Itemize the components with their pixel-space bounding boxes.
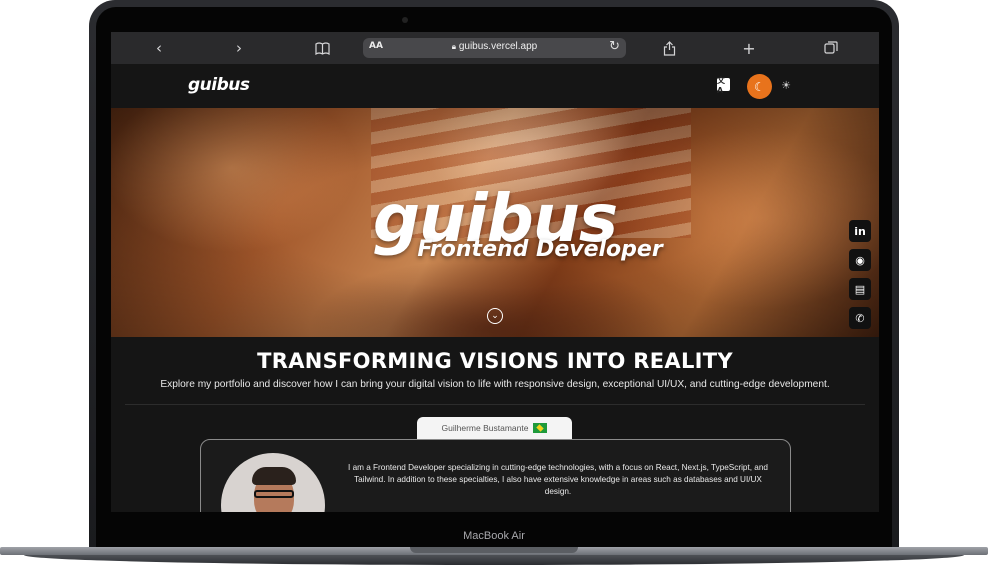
forward-button[interactable]: › <box>231 38 247 58</box>
site-header: guibus 文A ☾ ☀ <box>111 64 879 108</box>
profile-card: I am a Frontend Developer specializing i… <box>200 439 791 512</box>
brazil-flag-icon <box>533 423 548 433</box>
intro-heading: TRANSFORMING VISIONS INTO REALITY <box>257 349 733 373</box>
book-icon <box>314 41 330 55</box>
hero-subtitle: Frontend Developer <box>417 237 663 262</box>
moon-icon: ☾ <box>754 79 765 94</box>
lock-icon: 🔒︎ <box>451 42 457 51</box>
sun-icon: ☀ <box>781 78 791 92</box>
scroll-down-button[interactable]: ⌄ <box>487 308 503 324</box>
address-bar[interactable]: AA 🔒︎ guibus.vercel.app ↻ <box>363 38 626 58</box>
dark-mode-button[interactable]: ☾ <box>747 74 772 99</box>
trackpad-notch <box>410 547 578 553</box>
laptop-base <box>0 547 988 568</box>
linkedin-icon[interactable]: in <box>849 220 871 242</box>
hero-banner: guibus Frontend Developer ⌄ <box>111 108 879 337</box>
site-logo[interactable]: guibus <box>188 75 250 95</box>
profile-name-tab: Guilherme Bustamante <box>417 417 572 439</box>
whatsapp-icon[interactable]: ✆ <box>849 307 871 329</box>
device-brand-label: MacBook Air <box>463 530 525 542</box>
reload-icon[interactable]: ↻ <box>609 39 620 54</box>
translate-icon[interactable]: 文A <box>717 76 730 95</box>
tabs-overview-button[interactable] <box>823 38 839 58</box>
back-button[interactable]: ‹ <box>151 38 167 58</box>
divider <box>125 404 865 405</box>
url-text: guibus.vercel.app <box>458 41 538 52</box>
browser-screen: ‹ › AA 🔒︎ guibus.vercel.app ↻ + guibus 文… <box>111 32 879 512</box>
browser-toolbar: ‹ › AA 🔒︎ guibus.vercel.app ↻ + <box>111 32 879 64</box>
profile-name: Guilherme Bustamante <box>441 423 529 433</box>
camera-icon <box>402 17 408 23</box>
profile-bio: I am a Frontend Developer specializing i… <box>348 463 768 496</box>
github-icon[interactable]: ◉ <box>849 249 871 271</box>
tabs-icon <box>824 41 838 54</box>
new-tab-button[interactable]: + <box>741 38 757 58</box>
share-icon <box>663 40 675 56</box>
intro-description: Explore my portfolio and discover how I … <box>160 379 830 390</box>
plus-icon: + <box>742 38 756 58</box>
bookmarks-button[interactable] <box>313 38 331 58</box>
share-button[interactable] <box>661 38 677 58</box>
resume-icon[interactable]: ▤ <box>849 278 871 300</box>
chevron-down-icon: ⌄ <box>491 311 499 321</box>
avatar <box>221 453 325 512</box>
light-mode-button[interactable]: ☀ <box>777 76 795 94</box>
chevron-left-icon: ‹ <box>156 39 162 57</box>
chevron-right-icon: › <box>236 39 242 57</box>
